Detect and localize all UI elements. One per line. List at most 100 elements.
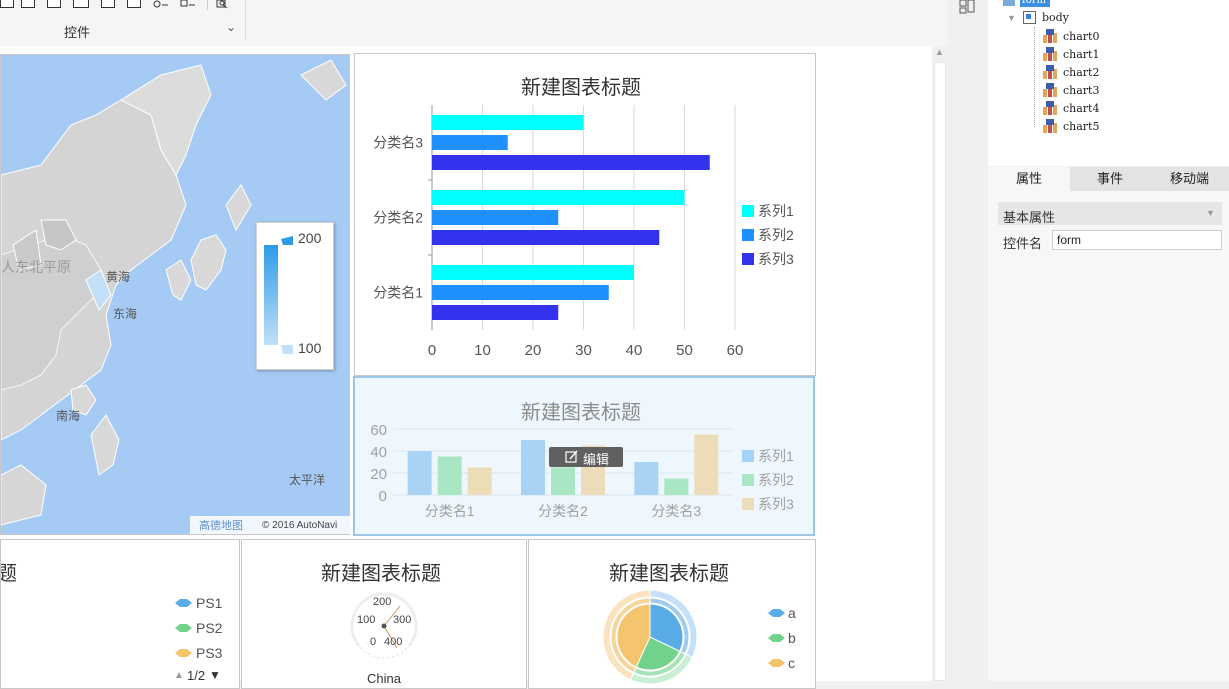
legend-label: a (788, 605, 796, 621)
map-label-region: 人东北平原 (1, 259, 71, 275)
tree-root-icon (1003, 0, 1015, 6)
gauge-tick-300: 300 (393, 614, 412, 626)
body-icon (1023, 11, 1036, 24)
chart-node-icon (1043, 119, 1057, 133)
tree-node-chart3[interactable]: chart3 (1063, 84, 1099, 97)
control-name-label: 控件名 (1003, 236, 1043, 251)
bar (432, 265, 634, 280)
pager-up-icon[interactable]: ▲ (174, 670, 184, 681)
legend-label: 系列3 (758, 251, 794, 267)
legend-swatch (742, 474, 754, 486)
legend-swatch (742, 498, 754, 510)
tree-guide-line (1034, 27, 1036, 127)
y-tick-label: 20 (370, 466, 387, 483)
frame-icon[interactable] (21, 0, 35, 8)
legend-label: 系列1 (758, 448, 794, 464)
text-icon[interactable] (127, 0, 141, 8)
bar (407, 451, 432, 495)
preview-icon[interactable] (216, 0, 228, 9)
edit-button[interactable]: 编辑 (549, 447, 623, 467)
map-label-yellow-sea: 黄海 (106, 270, 131, 284)
x-tick-label: 50 (676, 342, 693, 359)
map-legend-max: 200 (298, 230, 322, 246)
toolbar-section-label: 控件 (64, 25, 91, 40)
chart-gauge[interactable]: 新建图表标题 200 100 300 0 400 China (241, 539, 527, 689)
scrollbar-thumb[interactable] (934, 62, 946, 681)
legend-label: 系列2 (758, 227, 794, 243)
grid-icon[interactable] (73, 0, 89, 8)
x-tick-label: 分类名2 (538, 503, 588, 519)
map-copyright: © 2016 AutoNavi (262, 520, 338, 531)
chart-horizontal-bar[interactable]: 新建图表标题 0 10 20 30 40 50 60 分类名1 分类名2 分类名3 系列1 系列2 系列… (354, 53, 816, 376)
insert-icon[interactable] (0, 0, 14, 8)
legend-label: 系列3 (758, 496, 794, 512)
chart-node-icon (1043, 47, 1057, 61)
legend-label: c (788, 655, 795, 671)
tab-properties[interactable]: 属性 (988, 167, 1070, 191)
chart-node-icon (1043, 29, 1057, 43)
legend-marker (768, 634, 785, 642)
tab-mobile[interactable]: 移动端 (1150, 167, 1229, 191)
gauge-plot (350, 592, 418, 659)
checkbox-icon[interactable] (180, 0, 196, 7)
scroll-up-icon[interactable]: ▲ (935, 47, 944, 57)
tab-events[interactable]: 事件 (1070, 167, 1150, 191)
y-tick-label: 分类名3 (373, 135, 423, 151)
map-legend-min: 100 (298, 340, 322, 356)
gauge-tick-400: 400 (384, 636, 403, 648)
chevron-down-icon[interactable]: ⌄ (226, 20, 236, 34)
layout-toggle-icon[interactable] (959, 0, 975, 14)
tree-collapse-icon[interactable]: ▼ (1007, 13, 1016, 23)
pager-down-icon[interactable]: ▼ (209, 668, 221, 682)
y-tick-label: 40 (370, 444, 387, 461)
tree-node-chart2[interactable]: chart2 (1063, 66, 1099, 79)
bar (551, 467, 575, 495)
horizontal-bar-plot: 0 10 20 30 40 50 60 分类名1 分类名2 分类名3 系列1 系列2 系列3 (373, 105, 794, 359)
chevron-down-icon[interactable]: ▼ (1206, 208, 1215, 218)
legend-swatch (742, 205, 754, 217)
legend-marker (768, 659, 785, 667)
tree-node-chart0[interactable]: chart0 (1063, 30, 1099, 43)
bar (432, 285, 609, 300)
bar (437, 456, 462, 495)
pie-plot: abc (602, 589, 796, 685)
control-name-input[interactable] (1052, 230, 1222, 250)
gauge-tick-100: 100 (357, 614, 376, 626)
bar (432, 115, 584, 130)
tree-node-chart5[interactable]: chart5 (1063, 120, 1099, 133)
map-label-east-sea: 东海 (113, 307, 138, 321)
bar (521, 440, 545, 495)
x-tick-label: 分类名3 (651, 503, 701, 519)
chart-node-icon (1043, 65, 1057, 79)
legend-marker (175, 649, 192, 657)
radio-icon[interactable] (153, 0, 169, 8)
legend-swatch (742, 229, 754, 241)
chart-bottom-left[interactable]: 题 PS1PS2PS3 1/2 ▲ ▼ (0, 539, 240, 689)
y-tick-label: 0 (379, 488, 387, 505)
map-attribution: 高德地图 © 2016 AutoNavi (190, 516, 350, 534)
x-tick-label: 10 (474, 342, 491, 359)
chart-pie[interactable]: 新建图表标题 abc (528, 539, 816, 689)
toolbar-divider (207, 0, 208, 10)
tree-node-form[interactable]: form (1020, 0, 1050, 7)
x-tick-label: 分类名1 (425, 503, 475, 519)
legend-label: PS2 (196, 620, 223, 636)
legend-marker (768, 609, 785, 617)
tree-node-chart1[interactable]: chart1 (1063, 48, 1099, 61)
edit-icon (565, 450, 578, 463)
image-icon[interactable] (101, 0, 115, 8)
chart-node-icon (1043, 101, 1057, 115)
map-label-pacific: 太平洋 (289, 473, 326, 487)
bar (694, 434, 719, 495)
y-tick-label: 60 (370, 422, 387, 439)
bar (634, 462, 659, 495)
chart-vertical-bar[interactable]: 新建图表标题 0 20 40 60 分类名1 分类名2 分类名3 系列1 系列2 系列3 编辑 (353, 376, 815, 536)
tree-node-chart4[interactable]: chart4 (1063, 102, 1099, 115)
x-tick-label: 40 (626, 342, 643, 359)
bar (664, 478, 689, 495)
layout-icon[interactable] (47, 0, 61, 8)
map-label-south-sea: 南海 (56, 409, 81, 423)
map-provider: 高德地图 (199, 520, 243, 532)
tree-node-body[interactable]: body (1042, 11, 1069, 24)
bar (432, 155, 710, 170)
